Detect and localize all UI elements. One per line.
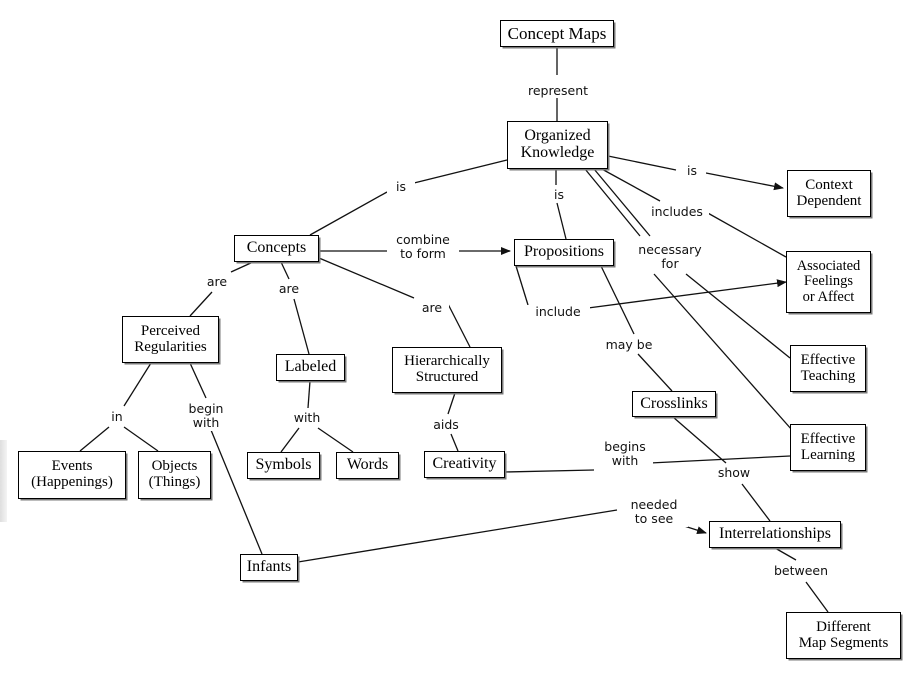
node-creativity[interactable]: Creativity: [424, 451, 505, 478]
edge-include-b: [587, 279, 787, 309]
edge-maybe-a: [600, 265, 635, 335]
link-label-includes: includes: [645, 204, 709, 220]
node-objects[interactable]: Objects (Things): [138, 451, 211, 499]
node-effective-learning[interactable]: Effective Learning: [790, 424, 866, 471]
link-label-combine-to-form: combine to form: [387, 232, 459, 262]
link-label-aids: aids: [428, 417, 464, 433]
link-label-is-concepts: is: [387, 179, 415, 195]
edge-beginswith-a: [504, 469, 595, 473]
edge-show-a: [672, 416, 727, 464]
link-label-begins-with: begins with: [597, 439, 653, 469]
edge-include-a: [515, 265, 529, 306]
node-concept-maps[interactable]: Concept Maps: [500, 20, 614, 47]
link-label-begin-with: begin with: [181, 401, 231, 431]
link-label-is-propositions: is: [545, 187, 573, 203]
link-label-are-perceived: are: [200, 274, 234, 290]
link-label-may-be: may be: [600, 337, 658, 353]
edge-between-a: [774, 547, 797, 561]
edge-beginwith-a: [189, 362, 207, 399]
edge-necessary-teaching-b: [685, 273, 791, 359]
node-effective-teaching[interactable]: Effective Teaching: [790, 345, 866, 392]
node-organized-knowledge[interactable]: Organized Knowledge: [507, 121, 608, 169]
edge-are-hier-a: [318, 257, 415, 299]
edge-is-concepts-b: [309, 191, 388, 236]
node-context-dependent[interactable]: Context Dependent: [787, 170, 871, 217]
node-concepts[interactable]: Concepts: [234, 235, 319, 262]
edge-show-b: [741, 483, 771, 522]
edge-with-words: [317, 427, 354, 453]
node-symbols[interactable]: Symbols: [247, 452, 320, 479]
edge-is-context-b: [705, 172, 784, 191]
link-label-are-hierarchical: are: [415, 300, 449, 316]
node-hierarchically-structured[interactable]: Hierarchically Structured: [392, 347, 502, 393]
edge-are-perceived-b: [189, 291, 213, 317]
edge-is-concepts-a: [413, 159, 508, 184]
link-label-needed-to-see: needed to see: [620, 497, 688, 527]
link-label-with: with: [288, 410, 326, 426]
edge-with-symbols: [280, 427, 300, 453]
edge-aids-b: [450, 433, 459, 452]
node-associated-feelings[interactable]: Associated Feelings or Affect: [786, 251, 871, 313]
edge-necessary-teaching-a: [593, 168, 651, 237]
link-label-in: in: [105, 409, 129, 425]
edge-between-b: [805, 581, 829, 613]
link-label-represent: represent: [519, 83, 597, 99]
edge-in-a: [123, 362, 152, 407]
edge-with-stem: [307, 380, 311, 409]
node-words[interactable]: Words: [336, 452, 399, 479]
link-label-necessary-for: necessary for: [633, 242, 707, 272]
node-events[interactable]: Events (Happenings): [18, 451, 126, 499]
concept-map-canvas: Concept Maps Organized Knowledge Context…: [0, 0, 920, 690]
edge-maybe-b: [637, 353, 673, 392]
edge-beginwith-b: [210, 429, 263, 555]
link-label-are-labeled: are: [272, 281, 306, 297]
edge-are-labeled-b: [293, 298, 310, 355]
edge-are-labeled-a: [280, 261, 290, 280]
edge-are-hier-b: [447, 303, 471, 348]
edge-is-context-a: [607, 155, 677, 171]
node-perceived-regularities[interactable]: Perceived Regularities: [122, 316, 219, 363]
edge-in-objects: [123, 426, 159, 452]
node-crosslinks[interactable]: Crosslinks: [632, 391, 716, 417]
edge-are-perceived-a: [230, 261, 254, 273]
node-propositions[interactable]: Propositions: [514, 239, 614, 266]
link-label-between: between: [768, 563, 834, 579]
edge-is-prop-b: [556, 202, 567, 240]
link-label-include: include: [526, 304, 590, 320]
node-interrelationships[interactable]: Interrelationships: [709, 521, 841, 548]
link-label-is-context: is: [678, 163, 706, 179]
edge-necessary-learning-a: [584, 168, 641, 237]
link-label-show: show: [712, 465, 756, 481]
edge-includes-b: [705, 211, 787, 258]
edge-includes-a: [599, 167, 661, 202]
node-infants[interactable]: Infants: [240, 554, 298, 581]
edge-in-b: [79, 426, 110, 452]
node-different-map-segments[interactable]: Different Map Segments: [786, 612, 901, 659]
edge-needed-a: [297, 509, 618, 563]
node-labeled[interactable]: Labeled: [276, 354, 345, 381]
edge-aids-a: [447, 392, 456, 415]
